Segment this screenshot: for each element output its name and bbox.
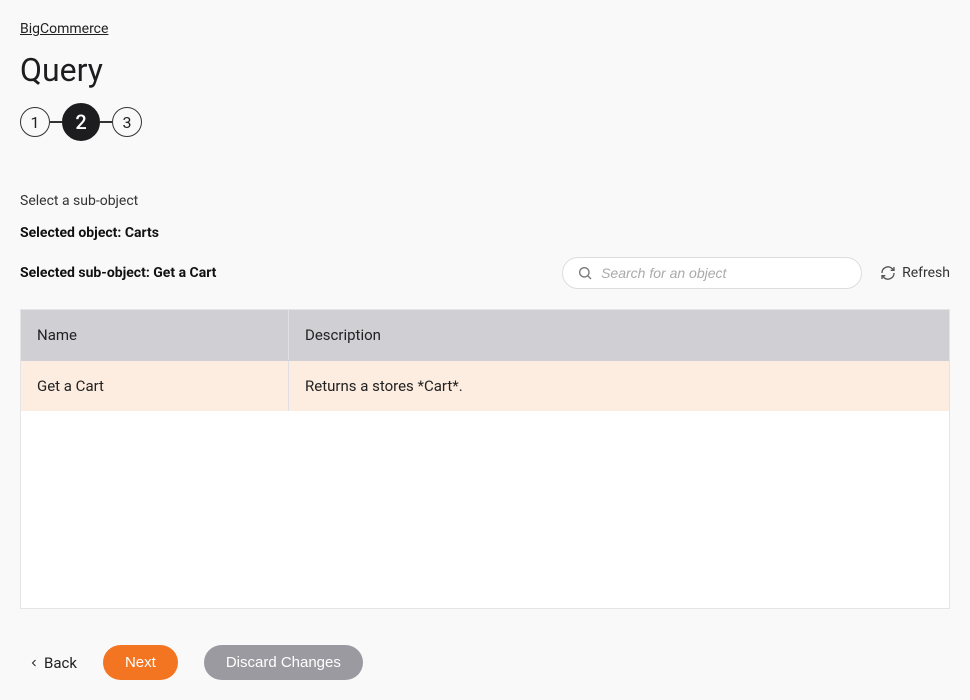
- search-icon: [577, 265, 593, 281]
- breadcrumb[interactable]: BigCommerce: [20, 21, 108, 37]
- page-title: Query: [20, 51, 950, 89]
- stepper: 1 2 3: [20, 103, 950, 141]
- refresh-label: Refresh: [902, 265, 950, 281]
- step-3[interactable]: 3: [112, 107, 142, 137]
- back-label: Back: [44, 654, 77, 672]
- wizard-footer: Back Next Discard Changes: [20, 645, 950, 680]
- column-header-name[interactable]: Name: [21, 310, 289, 360]
- refresh-button[interactable]: Refresh: [880, 265, 950, 281]
- step-connector: [50, 121, 62, 123]
- discard-button[interactable]: Discard Changes: [204, 645, 363, 680]
- sub-object-table: Name Description Get a Cart Returns a st…: [20, 309, 950, 609]
- back-button[interactable]: Back: [28, 654, 77, 672]
- selected-object-label: Selected object: Carts: [20, 225, 950, 241]
- cell-name: Get a Cart: [21, 361, 289, 411]
- chevron-left-icon: [28, 657, 40, 669]
- selected-sub-object-label: Selected sub-object: Get a Cart: [20, 265, 216, 281]
- step-2[interactable]: 2: [62, 103, 100, 141]
- table-row[interactable]: Get a Cart Returns a stores *Cart*.: [21, 361, 949, 411]
- refresh-icon: [880, 265, 896, 281]
- table-header-row: Name Description: [21, 310, 949, 361]
- search-field-wrap[interactable]: [562, 257, 862, 289]
- search-input[interactable]: [601, 265, 847, 281]
- instruction-text: Select a sub-object: [20, 193, 950, 209]
- next-button[interactable]: Next: [103, 645, 178, 680]
- step-1[interactable]: 1: [20, 107, 50, 137]
- column-header-description[interactable]: Description: [289, 310, 949, 360]
- cell-description: Returns a stores *Cart*.: [289, 361, 949, 411]
- step-connector: [100, 121, 112, 123]
